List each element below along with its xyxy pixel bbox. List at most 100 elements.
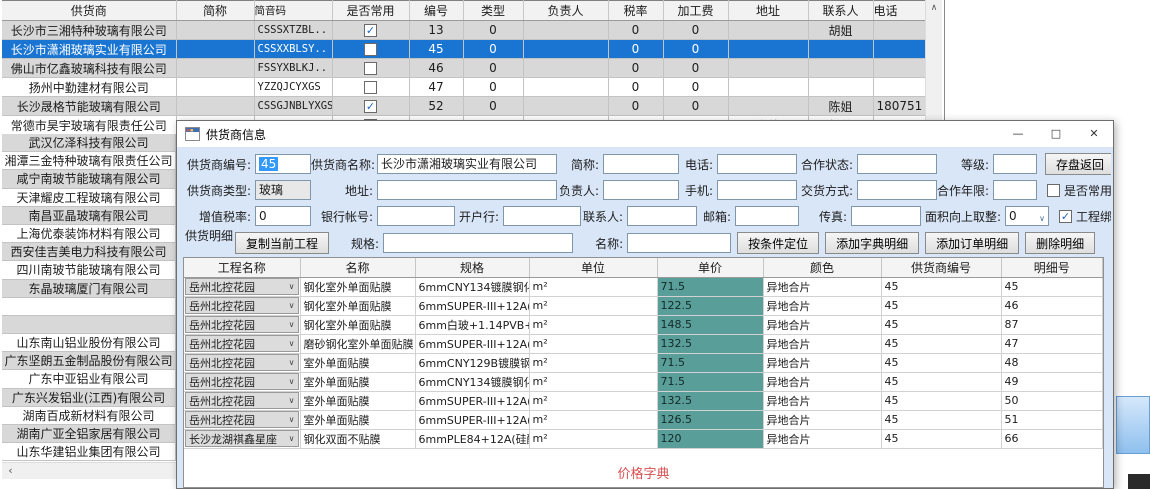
field-input[interactable] <box>627 206 697 226</box>
project-combo[interactable]: 岳州北控花园∨ <box>185 297 299 314</box>
spec-filter-input[interactable] <box>383 233 573 253</box>
detail-row[interactable]: 岳州北控花园∨室外单面贴膜6mmSUPER-III+12A(硅...m²126.… <box>184 410 1103 429</box>
maximize-icon[interactable]: □ <box>1037 121 1075 147</box>
detail-row[interactable]: 岳州北控花园∨磨砂钢化室外单面贴膜6mmSUPER-III+12A(硅...m²… <box>184 334 1103 353</box>
supplier-list-item[interactable]: 山东华建铝业集团有限公司 <box>2 443 175 461</box>
supplier-list-item[interactable]: 南昌亚晶玻璃有限公司 <box>2 207 175 225</box>
add-order-detail-button[interactable]: 添加订单明细 <box>925 232 1019 254</box>
save-return-button[interactable]: 存盘返回 <box>1045 153 1111 175</box>
supplier-row[interactable]: 长沙晟格节能玻璃有限公司CSSGJNBLYXGS✓52000陈姐180751 <box>2 97 925 116</box>
field-input[interactable]: 玻璃 <box>255 180 311 200</box>
column-header[interactable]: 加工费 <box>663 1 728 21</box>
project-combo[interactable]: 长沙龙湖祺鑫星座∨ <box>185 430 299 447</box>
name-filter-input[interactable] <box>627 233 731 253</box>
field-input[interactable] <box>857 180 937 200</box>
delete-detail-button[interactable]: 删除明细 <box>1025 232 1095 254</box>
supplier-list-item[interactable]: 武汉亿泽科技有限公司 <box>2 134 175 152</box>
field-input[interactable] <box>503 206 581 226</box>
column-header[interactable]: 编号 <box>409 1 463 21</box>
common-use-checkbox[interactable] <box>364 62 377 75</box>
detail-row[interactable]: 岳州北控花园∨室外单面贴膜6mmCNY129B镀膜钢化m²71.5异地合片454… <box>184 353 1103 372</box>
grid-column-header[interactable]: 名称 <box>300 258 415 277</box>
field-input[interactable] <box>857 154 937 174</box>
column-header[interactable]: 负责人 <box>523 1 608 21</box>
grid-column-header[interactable]: 工程名称 <box>184 258 300 277</box>
supplier-list-item[interactable]: 广东中亚铝业有限公司 <box>2 370 175 388</box>
detail-row[interactable]: 岳州北控花园∨钢化室外单面贴膜6mmSUPER-III+12A(硅...m²12… <box>184 296 1103 315</box>
grid-column-header[interactable]: 单位 <box>529 258 657 277</box>
supplier-list-item[interactable]: 湖南广亚全铝家居有限公司 <box>2 425 175 443</box>
is-common-checkbox[interactable]: 是否常用 <box>1047 182 1111 199</box>
supplier-list-item[interactable] <box>2 298 175 316</box>
column-header[interactable]: 税率 <box>608 1 663 21</box>
scroll-left-icon[interactable]: ‹ <box>2 463 19 479</box>
field-input[interactable]: 0 <box>255 206 311 226</box>
project-combo[interactable]: 岳州北控花园∨ <box>185 278 299 295</box>
supplier-list-item[interactable]: 东晶玻璃厦门有限公司 <box>2 280 175 298</box>
common-use-checkbox[interactable]: ✓ <box>364 100 377 113</box>
locate-by-condition-button[interactable]: 按条件定位 <box>737 232 819 254</box>
grid-column-header[interactable]: 供货商编号 <box>881 258 1001 277</box>
field-input[interactable] <box>603 180 679 200</box>
grid-column-header[interactable]: 单价 <box>657 258 763 277</box>
supplier-row[interactable]: 长沙市三湘特种玻璃有限公司CSSSXTZBL..✓13000胡姐 <box>2 21 925 40</box>
add-dictionary-detail-button[interactable]: 添加字典明细 <box>825 232 919 254</box>
field-input[interactable] <box>735 206 799 226</box>
grid-column-header[interactable]: 规格 <box>415 258 529 277</box>
detail-row[interactable]: 长沙龙湖祺鑫星座∨钢化双面不贴膜6mmPLE84+12A(硅酮胶...m²120… <box>184 429 1103 448</box>
supplier-list-item[interactable]: 上海优泰装饰材料有限公司 <box>2 225 175 243</box>
supplier-list-item[interactable]: 西安佳吉美电力科技有限公司 <box>2 243 175 261</box>
field-input[interactable] <box>851 206 921 226</box>
supplier-list-item[interactable]: 广东兴发铝业(江西)有限公司 <box>2 389 175 407</box>
common-use-checkbox[interactable]: ✓ <box>364 24 377 37</box>
common-use-checkbox[interactable] <box>364 43 377 56</box>
minimize-icon[interactable]: — <box>999 121 1037 147</box>
supplier-row[interactable]: 长沙市潇湘玻璃实业有限公司CSSXXBLSY..45000 <box>2 40 925 59</box>
column-header[interactable]: 供货商 <box>2 1 176 21</box>
supplier-row[interactable]: 佛山市亿鑫玻璃科技有限公司FSSYXBLKJ..46000 <box>2 59 925 78</box>
field-input[interactable] <box>993 154 1037 174</box>
column-header[interactable]: 类型 <box>463 1 523 21</box>
supplier-list-item[interactable] <box>2 316 175 334</box>
detail-row[interactable]: 岳州北控花园∨室外单面贴膜6mmCNY134镀膜钢化m²71.5异地合片4549 <box>184 372 1103 391</box>
project-bind-checkbox[interactable]: ✓工程绑定 <box>1059 208 1111 225</box>
close-icon[interactable]: ✕ <box>1075 121 1113 147</box>
supplier-list-item[interactable]: 广东坚朗五金制品股份有限公司 <box>2 352 175 370</box>
project-combo[interactable]: 岳州北控花园∨ <box>185 373 299 390</box>
grid-column-header[interactable]: 颜色 <box>763 258 881 277</box>
field-input[interactable]: 0∨ <box>1005 206 1049 226</box>
column-header[interactable]: 是否常用 <box>332 1 409 21</box>
field-input[interactable] <box>717 154 797 174</box>
grid-column-header[interactable]: 明细号 <box>1001 258 1103 277</box>
supplier-list-item[interactable]: 咸宁南玻节能玻璃有限公司 <box>2 170 175 188</box>
project-combo[interactable]: 岳州北控花园∨ <box>185 316 299 333</box>
supplier-row[interactable]: 扬州中勤建材有限公司YZZQJCYXGS47000 <box>2 78 925 97</box>
copy-current-project-button[interactable]: 复制当前工程 <box>235 232 329 254</box>
supplier-list-item[interactable]: 湖南百成新材料有限公司 <box>2 407 175 425</box>
column-header[interactable]: 联系人 <box>808 1 873 21</box>
column-header[interactable]: 简称 <box>176 1 254 21</box>
field-input[interactable]: 长沙市潇湘玻璃实业有限公司 <box>377 154 557 174</box>
project-combo[interactable]: 岳州北控花园∨ <box>185 354 299 371</box>
supplier-list-item[interactable]: 湘潭三金特种玻璃有限责任公司 <box>2 152 175 170</box>
detail-row[interactable]: 岳州北控花园∨钢化室外单面贴膜6mmCNY134镀膜钢化m²71.5异地合片45… <box>184 277 1103 296</box>
field-input[interactable] <box>377 180 557 200</box>
field-input[interactable] <box>377 206 455 226</box>
detail-row[interactable]: 岳州北控花园∨室外单面贴膜6mmSUPER-III+12A(硅...m²132.… <box>184 391 1103 410</box>
scroll-up-icon[interactable]: ∧ <box>926 0 942 17</box>
project-combo[interactable]: 岳州北控花园∨ <box>185 411 299 428</box>
field-input[interactable] <box>717 180 797 200</box>
project-combo[interactable]: 岳州北控花园∨ <box>185 392 299 409</box>
column-header[interactable]: 电话 <box>873 1 925 21</box>
column-header[interactable]: 地址 <box>728 1 808 21</box>
field-input[interactable] <box>603 154 679 174</box>
supplier-list-item[interactable]: 四川南玻节能玻璃有限公司 <box>2 261 175 279</box>
dialog-titlebar[interactable]: 供货商信息 — □ ✕ <box>177 121 1113 147</box>
field-input[interactable] <box>993 180 1037 200</box>
common-use-checkbox[interactable] <box>364 81 377 94</box>
project-combo[interactable]: 岳州北控花园∨ <box>185 335 299 352</box>
column-header[interactable]: 简音码 <box>254 1 332 21</box>
detail-row[interactable]: 岳州北控花园∨钢化室外单面贴膜6mm白玻+1.14PVB+6mm...m²148… <box>184 315 1103 334</box>
supplier-list-item[interactable]: 山东南山铝业股份有限公司 <box>2 334 175 352</box>
supplier-list-item[interactable]: 天津耀皮工程玻璃有限公司 <box>2 189 175 207</box>
